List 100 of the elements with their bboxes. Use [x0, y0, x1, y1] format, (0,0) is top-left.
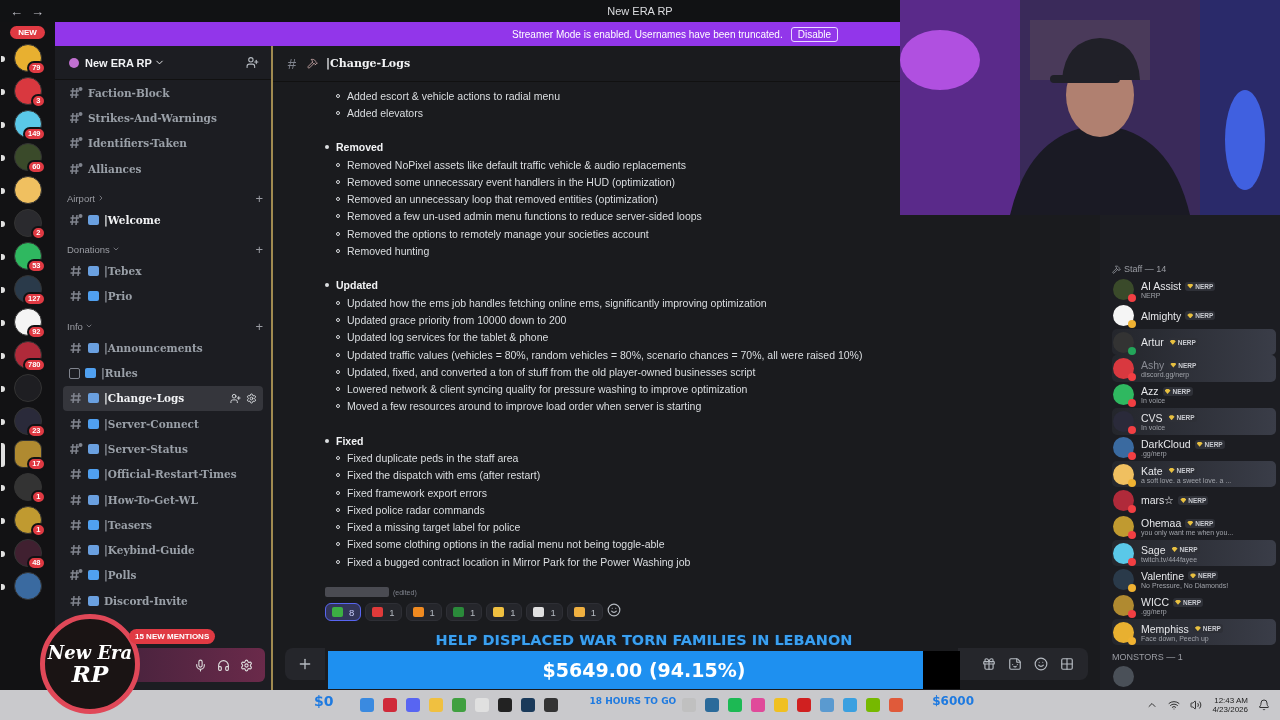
channel-item[interactable]: |Welcome	[63, 207, 263, 233]
sticker-icon[interactable]	[1008, 657, 1022, 671]
taskbar-app-icon[interactable]	[521, 698, 535, 712]
settings-icon[interactable]	[246, 392, 257, 404]
changelog-item: Fixed some clothing options in the radial menu not being toggle-able	[347, 538, 665, 551]
changelog-item: Fixed a bugged contract location in Mirror Park for the Power Washing job	[347, 555, 691, 568]
time-left: 18 HOURS TO GO	[589, 696, 677, 706]
reaction-button[interactable]: 1	[445, 603, 483, 622]
changelog-item: Updated log services for the tablet & phone	[347, 331, 549, 344]
member-name: Almighty	[1141, 309, 1182, 322]
section-heading: Updated	[336, 279, 378, 292]
microphone-icon[interactable]	[194, 658, 207, 672]
changelog-item: Updated grace priority from 10000 down to 200	[347, 313, 567, 326]
section-heading: Removed	[336, 141, 384, 154]
hash-icon	[69, 492, 83, 507]
hash-icon	[69, 568, 83, 583]
changelog-item: Updated traffic values (vehicles = 80%, random vehicles = 80%, scenario chances = 70%, all were raised 10%)	[347, 348, 863, 361]
reaction-button[interactable]: 1	[365, 603, 402, 622]
attach-button[interactable]	[285, 648, 325, 680]
changelog-item: Fixed a missing target label for police	[347, 521, 521, 534]
hash-icon	[69, 543, 83, 558]
add-channel-button[interactable]: +	[255, 242, 263, 257]
member-name: Sage	[1141, 543, 1166, 556]
logo-text: RP	[71, 661, 109, 685]
changelog-item: Fixed framework export errors	[347, 486, 488, 499]
channel-item[interactable]: Faction-Block	[63, 80, 263, 106]
taskbar-app-icon[interactable]	[383, 698, 397, 712]
goal-min: $0	[314, 693, 334, 709]
headphones-icon[interactable]	[217, 658, 230, 672]
changelog-item: Removed the options to remotely manage your societies account	[347, 227, 649, 240]
channel-item[interactable]: |Tebex	[63, 258, 263, 284]
channel-item[interactable]: |Rules	[63, 360, 263, 386]
reaction-button[interactable]: 1	[486, 603, 523, 622]
add-reaction-icon[interactable]	[607, 603, 622, 618]
channel-item[interactable]: |Server-Connect	[63, 410, 263, 437]
hash-icon	[69, 391, 83, 406]
new-badge: NEW	[10, 26, 45, 39]
channel-item[interactable]: |Teasers	[63, 512, 263, 538]
avatar	[1113, 666, 1134, 688]
reaction-button[interactable]: 1	[405, 603, 442, 622]
channel-item[interactable]: |Official-Restart-Times	[63, 461, 263, 487]
category-header[interactable]: Donations	[67, 244, 254, 255]
apps-icon[interactable]	[1060, 657, 1074, 671]
category-header[interactable]: Info	[67, 320, 254, 332]
add-channel-button[interactable]: +	[255, 190, 263, 206]
reaction-button[interactable]: 8	[325, 603, 362, 622]
volume-icon[interactable]	[1190, 699, 1203, 711]
back-button[interactable]: ←	[10, 3, 23, 19]
gift-icon[interactable]	[982, 657, 996, 671]
category-header[interactable]: Airport	[67, 192, 254, 204]
hash-icon	[69, 110, 83, 125]
donation-amount: $5649.00 (94.15%)	[541, 659, 747, 681]
member-name: CVS	[1141, 411, 1163, 424]
network-icon[interactable]	[1168, 699, 1181, 711]
member-name: mars☆	[1141, 494, 1175, 507]
channel-item[interactable]: Strikes-And-Warnings	[63, 105, 263, 131]
taskbar-app-icon[interactable]	[406, 698, 420, 712]
channel-item[interactable]: |Polls	[63, 562, 263, 589]
taskbar-app-icon[interactable]	[797, 698, 811, 712]
changelog-item: Removed NoPixel assets like default traffic vehicle & audio replacements	[347, 158, 686, 171]
channel-item[interactable]: |How-To-Get-WL	[63, 486, 263, 513]
channel-item[interactable]: |Prio	[63, 283, 263, 310]
plus-icon	[297, 656, 313, 672]
server-name[interactable]: New ERA RP	[85, 56, 240, 69]
clock-time: 12:43 AM	[1214, 696, 1248, 705]
settings-icon[interactable]	[240, 658, 253, 672]
notification-icon[interactable]	[1258, 699, 1270, 711]
new-mentions-pill[interactable]: 15 NEW MENTIONS	[129, 629, 216, 644]
taskbar-app-icon[interactable]	[705, 698, 719, 712]
forward-button[interactable]: →	[31, 3, 44, 19]
hash-icon	[69, 416, 83, 431]
changelog-item: Updated, fixed, and converted a ton of stuff from the old player-owned businesses script	[347, 365, 756, 378]
changelog-item: Fixed police radar commands	[347, 503, 485, 516]
channel-item[interactable]: Discord-Invite	[63, 588, 263, 614]
hash-icon	[69, 593, 83, 608]
reaction-button[interactable]: 1	[526, 603, 563, 622]
emoji-icon[interactable]	[1034, 657, 1048, 671]
invite-icon[interactable]	[230, 392, 241, 404]
taskbar-app-icon[interactable]	[544, 698, 558, 712]
channel-item[interactable]: Identifiers-Taken	[63, 130, 263, 156]
taskbar-app-icon[interactable]	[498, 698, 512, 712]
server-icon	[69, 57, 79, 68]
reaction-button[interactable]: 1	[566, 603, 604, 622]
add-channel-button[interactable]: +	[255, 318, 263, 334]
channel-item[interactable]: |Keybind-Guide	[63, 537, 263, 563]
hash-icon	[69, 136, 83, 151]
tools-icon	[307, 58, 318, 69]
banner-text: Streamer Mode is enabled. Usernames have been truncated.	[512, 28, 783, 40]
channel-item[interactable]: |Change-Logs	[63, 385, 263, 411]
changelog-item: Added elevators	[347, 106, 423, 119]
disable-button[interactable]: Disable	[790, 26, 839, 42]
channel-item[interactable]: Alliances	[63, 155, 263, 182]
channel-item[interactable]: |Announcements	[63, 335, 263, 361]
hash-icon	[69, 289, 83, 304]
changelog-item: Lowered network & client syncing quality for pressure washing to improve optimization	[347, 383, 748, 396]
tools-icon	[1112, 264, 1121, 274]
invite-icon[interactable]	[246, 56, 259, 69]
channel-item[interactable]: |Server-Status	[63, 436, 263, 462]
member-name: Azz	[1141, 385, 1159, 398]
member-name: WICC	[1141, 596, 1169, 609]
